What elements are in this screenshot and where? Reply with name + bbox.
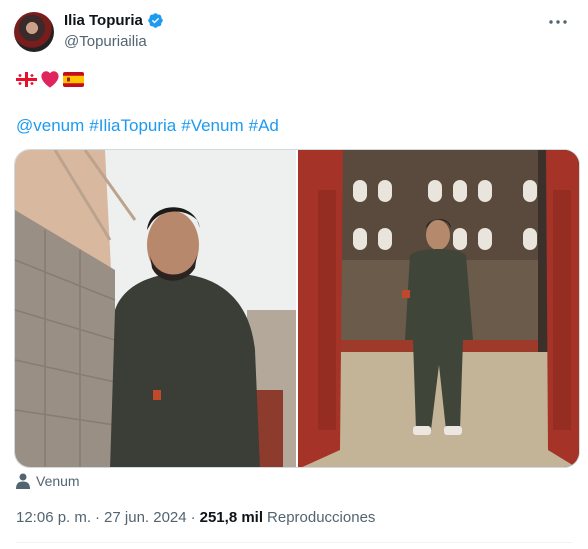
emoji-line — [16, 70, 84, 88]
meta-separator: · — [95, 509, 101, 526]
author-handle[interactable]: @Topuriailia — [64, 33, 147, 50]
photo-2-image — [298, 150, 579, 467]
tweet-date[interactable]: 27 jun. 2024 — [104, 509, 187, 526]
tweet-text-links: @venum #IliaTopuria #Venum #Ad — [16, 116, 279, 136]
more-dots-icon — [549, 20, 567, 24]
author-name-row: Ilia Topuria — [64, 12, 164, 29]
location-label: Venum — [36, 473, 80, 489]
red-heart-icon — [41, 71, 59, 88]
tweet-time[interactable]: 12:06 p. m. — [16, 509, 91, 526]
avatar[interactable] — [14, 12, 54, 52]
georgia-flag-icon — [16, 71, 37, 87]
spain-flag-icon — [63, 71, 84, 87]
verified-badge-icon — [148, 13, 163, 28]
hashtag-venum-link[interactable]: #Venum — [181, 116, 243, 136]
more-options-button[interactable] — [548, 12, 568, 32]
hashtag-iliatopuria-link[interactable]: #IliaTopuria — [89, 116, 176, 136]
photo-1-image — [15, 150, 296, 467]
location-tag[interactable]: Venum — [16, 473, 80, 489]
divider — [16, 542, 572, 543]
photo-2[interactable] — [298, 150, 579, 467]
person-icon — [16, 473, 30, 489]
author-name[interactable]: Ilia Topuria — [64, 12, 143, 29]
meta-separator-2: · — [190, 509, 196, 526]
media-grid — [14, 149, 580, 468]
views-count: 251,8 mil — [199, 509, 264, 526]
mention-venum-link[interactable]: @venum — [16, 116, 84, 136]
hashtag-ad-link[interactable]: #Ad — [249, 116, 279, 136]
photo-1[interactable] — [15, 150, 296, 467]
tweet-meta: 12:06 p. m. · 27 jun. 2024 · 251,8 mil R… — [16, 509, 375, 526]
views-label: Reproducciones — [267, 509, 376, 526]
